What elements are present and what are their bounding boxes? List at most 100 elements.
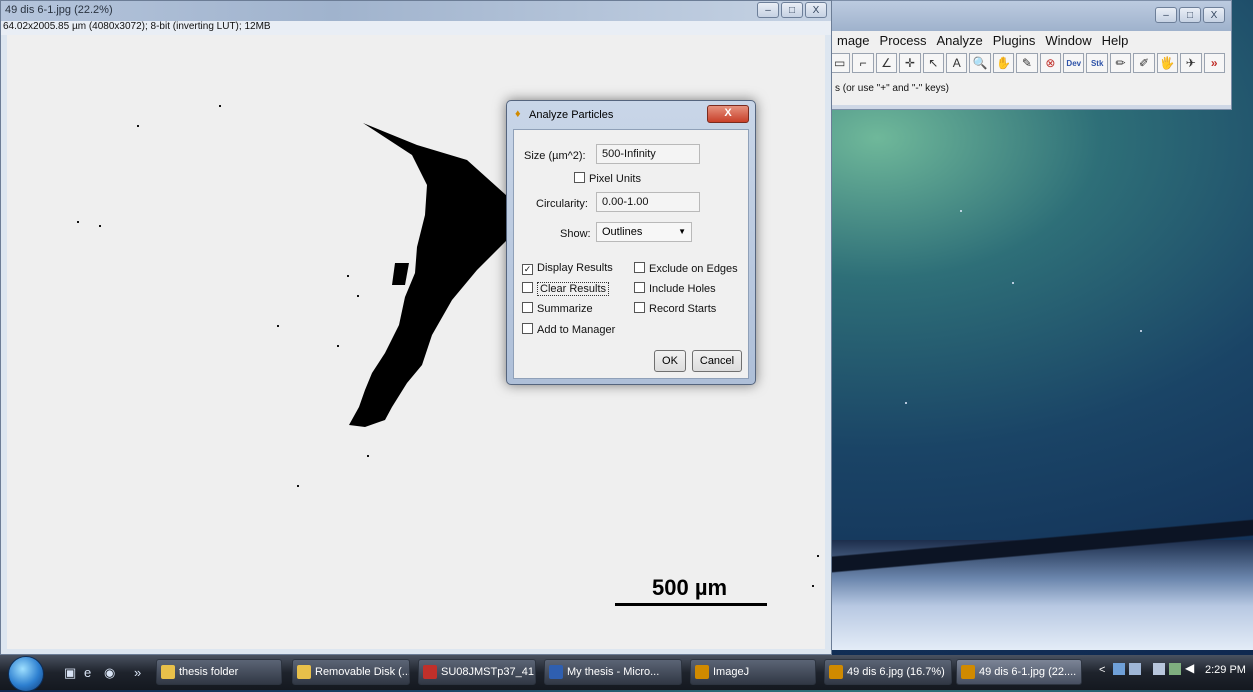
dialog-title: Analyze Particles [529, 109, 614, 121]
task-image-49-dis-6-1[interactable]: 49 dis 6-1.jpg (22.... [956, 659, 1082, 685]
task-label: 49 dis 6-1.jpg (22.... [979, 666, 1077, 678]
wand-tool-icon[interactable]: ↖ [922, 53, 945, 73]
task-word-document[interactable]: My thesis - Micro... [544, 659, 682, 685]
dev-tool-icon[interactable]: Dev [1063, 53, 1085, 73]
angle-tool-icon[interactable]: ∠ [875, 53, 898, 73]
image-window-titlebar[interactable]: 49 dis 6-1.jpg (22.2%) – □ X [1, 1, 831, 21]
device-icon[interactable] [1153, 663, 1165, 675]
large-particle-shape [349, 123, 517, 427]
circularity-input[interactable]: 0.00-1.00 [596, 192, 700, 212]
imagej-titlebar[interactable]: – □ X [823, 1, 1231, 31]
record-starts-checkbox[interactable] [634, 302, 645, 313]
speckle [277, 325, 279, 327]
task-image-49-dis-6[interactable]: 49 dis 6.jpg (16.7%) [824, 659, 952, 685]
menu-process[interactable]: Process [880, 33, 927, 51]
show-select[interactable]: Outlines ▼ [596, 222, 692, 242]
task-label: SU08JMSTp37_41... [441, 666, 536, 678]
maximize-button[interactable]: □ [781, 2, 803, 18]
menu-window[interactable]: Window [1045, 33, 1091, 51]
dialog-close-button[interactable]: X [707, 105, 749, 123]
exclude-edges-option[interactable]: Exclude on Edges [634, 262, 738, 275]
add-to-manager-label: Add to Manager [537, 324, 616, 336]
monitor-icon[interactable] [1129, 663, 1141, 675]
brush-tool-icon[interactable]: ✐ [1133, 53, 1155, 73]
minimize-button[interactable]: – [1155, 7, 1177, 23]
imagej-status-bar: s (or use "+" and "-" keys) [823, 77, 1231, 105]
task-removable-disk[interactable]: Removable Disk (... [292, 659, 410, 685]
firefox-icon[interactable]: ◉ [104, 665, 115, 681]
more-tools-icon[interactable]: » [1203, 53, 1225, 73]
task-imagej[interactable]: ImageJ [690, 659, 816, 685]
menu-help[interactable]: Help [1102, 33, 1129, 51]
dialog-titlebar[interactable]: ♦ Analyze Particles X [507, 101, 755, 129]
star [1012, 282, 1014, 284]
task-pdf-document[interactable]: SU08JMSTp37_41... [418, 659, 536, 685]
imagej-menubar: mage Process Analyze Plugins Window Help [823, 31, 1231, 51]
add-to-manager-checkbox[interactable] [522, 323, 533, 334]
maximize-button[interactable]: □ [1179, 7, 1201, 23]
summarize-option[interactable]: Summarize [522, 302, 593, 315]
pixel-units-option[interactable]: Pixel Units [574, 172, 641, 185]
network-icon[interactable] [1113, 663, 1125, 675]
imagej-toolbar: ▭ ⌐ ∠ ✛ ↖ A 🔍 ✋ ✎ ⊗ Dev Stk ✏ ✐ 🖐 ✈ » [823, 51, 1231, 77]
stk-tool-icon[interactable]: Stk [1086, 53, 1108, 73]
speckle [347, 275, 349, 277]
speckle [817, 555, 819, 557]
include-holes-option[interactable]: Include Holes [634, 282, 716, 295]
size-input[interactable]: 500-Infinity [596, 144, 700, 164]
folder-icon [297, 665, 311, 679]
menu-image[interactable]: mage [837, 33, 870, 51]
menu-plugins[interactable]: Plugins [993, 33, 1036, 51]
close-button[interactable]: X [805, 2, 827, 18]
show-desktop-icon[interactable]: ▣ [64, 665, 76, 681]
volume-icon[interactable]: ◀ [1185, 661, 1194, 675]
speckle [812, 585, 814, 587]
internet-explorer-icon[interactable]: e [84, 665, 91, 680]
cancel-button[interactable]: Cancel [692, 350, 742, 372]
start-button[interactable] [8, 656, 44, 692]
rectangle-tool-icon[interactable]: ▭ [829, 53, 851, 73]
add-to-manager-option[interactable]: Add to Manager [522, 323, 615, 336]
menu-analyze[interactable]: Analyze [937, 33, 983, 51]
clear-results-checkbox[interactable] [522, 282, 533, 293]
clear-results-option[interactable]: Clear Results [522, 282, 610, 296]
clock[interactable]: 2:29 PM [1205, 664, 1246, 676]
task-label: 49 dis 6.jpg (16.7%) [847, 666, 945, 678]
stop-tool-icon[interactable]: ⊗ [1039, 53, 1062, 73]
include-holes-label: Include Holes [649, 283, 716, 295]
star [1140, 330, 1142, 332]
summarize-checkbox[interactable] [522, 302, 533, 313]
image-window-controls: – □ X [757, 2, 827, 18]
display-results-checkbox[interactable]: ✓ [522, 264, 533, 275]
task-thesis-folder[interactable]: thesis folder [156, 659, 282, 685]
pencil-tool-icon[interactable]: ✏ [1109, 53, 1132, 73]
speckle [357, 295, 359, 297]
record-starts-option[interactable]: Record Starts [634, 302, 716, 315]
minimize-button[interactable]: – [757, 2, 779, 18]
record-starts-label: Record Starts [649, 303, 717, 315]
show-select-value: Outlines [602, 226, 643, 238]
exclude-edges-checkbox[interactable] [634, 262, 645, 273]
quicklaunch-chevron[interactable]: » [134, 665, 141, 680]
dropper-tool-icon[interactable]: ✎ [1016, 53, 1038, 73]
hand-tool-icon[interactable]: ✋ [992, 53, 1015, 73]
power-icon[interactable] [1169, 663, 1181, 675]
clear-results-label: Clear Results [537, 282, 610, 296]
imagej-microscope-icon [829, 665, 843, 679]
line-tool-icon[interactable]: ⌐ [852, 53, 874, 73]
arrow-tool-icon[interactable]: ✈ [1180, 53, 1202, 73]
close-button[interactable]: X [1203, 7, 1225, 23]
display-results-option[interactable]: ✓ Display Results [522, 262, 613, 275]
ok-button[interactable]: OK [654, 350, 686, 372]
pixel-units-checkbox[interactable] [574, 172, 585, 183]
word-icon [549, 665, 563, 679]
flood-fill-tool-icon[interactable]: 🖐 [1156, 53, 1179, 73]
task-label: My thesis - Micro... [567, 666, 660, 678]
display-results-label: Display Results [537, 262, 613, 274]
imagej-window-controls: – □ X [1155, 7, 1225, 23]
include-holes-checkbox[interactable] [634, 282, 645, 293]
magnifier-tool-icon[interactable]: 🔍 [969, 53, 991, 73]
text-tool-icon[interactable]: A [946, 53, 968, 73]
tray-expand-arrow[interactable]: < [1099, 664, 1105, 676]
point-tool-icon[interactable]: ✛ [899, 53, 921, 73]
